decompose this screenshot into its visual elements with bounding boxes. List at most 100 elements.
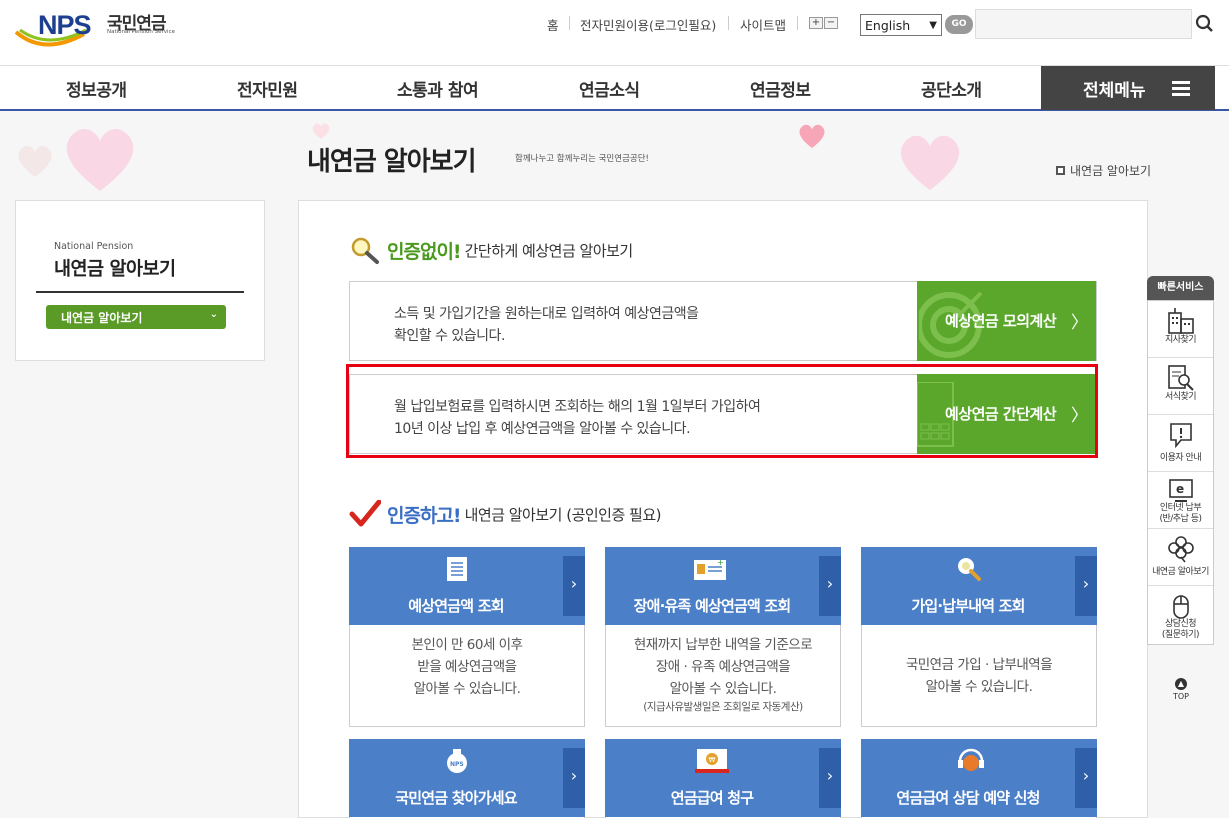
- card-title: 연금급여 청구: [670, 789, 754, 807]
- mock-calc-label: 예상연금 모의계산: [945, 312, 1057, 330]
- quick-item-branch-finder[interactable]: 지사찾기: [1148, 301, 1213, 358]
- chevron-right-icon: ›: [563, 556, 585, 616]
- heart-decoration-icon: [18, 145, 52, 177]
- svg-text:e: e: [1176, 482, 1184, 496]
- section-auth-title: 인증하고! 내연금 알아보기 (공인인증 필요): [349, 500, 662, 528]
- quick-item-label: 상담신청 (질문하기): [1161, 619, 1200, 640]
- section-auth-emphasis: 인증하고!: [387, 504, 462, 527]
- chevron-right-icon: ›: [1075, 556, 1097, 616]
- card-header: ₩ 연금급여 청구 ›: [605, 739, 841, 817]
- card-header: 예상연금액 조회 ›: [349, 547, 585, 625]
- breadcrumb-current[interactable]: 내연금 알아보기: [1070, 162, 1151, 179]
- card-title: 국민연금 찾아가세요: [395, 789, 517, 807]
- arrow-up-icon: ▲: [1175, 678, 1187, 690]
- quick-item-form-finder[interactable]: 서식찾기: [1148, 358, 1213, 415]
- e-monitor-icon: e: [1169, 479, 1193, 502]
- home-link[interactable]: 홈: [547, 15, 559, 33]
- divider: [36, 291, 244, 293]
- language-selected: English: [865, 17, 911, 33]
- search-icon[interactable]: [1194, 12, 1216, 36]
- quick-item-my-pension[interactable]: 내연금 알아보기: [1148, 529, 1213, 586]
- card-title: 장애·유족 예상연금액 조회: [633, 597, 792, 615]
- heart-decoration-icon: [900, 135, 960, 190]
- card-header: + 장애·유족 예상연금액 조회 ›: [605, 547, 841, 625]
- card-subscription-history[interactable]: 가입·납부내역 조회 › 국민연금 가입 · 납부내역을 알아볼 수 있습니다.: [861, 547, 1097, 727]
- zoom-out-button[interactable]: −: [824, 17, 838, 29]
- quick-item-label: 인터넷 납부 (반/추납 등): [1159, 503, 1202, 524]
- magnifier-icon: [351, 237, 379, 264]
- mock-calc-description: 소득 및 가입기간을 원하는대로 입력하여 예상연금액을 확인할 수 있습니다.: [394, 306, 699, 344]
- chevron-right-icon: ›: [819, 748, 841, 808]
- info-chat-icon: [1170, 423, 1192, 449]
- checkmark-icon: [349, 500, 381, 527]
- lnb-submenu-label: 내연금 알아보기: [61, 311, 143, 325]
- chevron-right-icon: ›: [819, 556, 841, 616]
- section-no-auth-emphasis: 인증없이!: [387, 240, 462, 263]
- card-title: 연금급여 상담 예약 신청: [896, 789, 1040, 807]
- heart-decoration-icon: [312, 123, 330, 139]
- headset-icon: [958, 748, 984, 771]
- card-expected-pension[interactable]: 예상연금액 조회 › 본인이 만 60세 이후 받을 예상연금액을 알아볼 수 …: [349, 547, 585, 727]
- quick-item-label: 지사찾기: [1164, 335, 1197, 345]
- chevron-right-icon: ›: [563, 748, 585, 808]
- quick-service-header: 빠른서비스: [1147, 276, 1214, 300]
- search-input[interactable]: [975, 9, 1192, 39]
- all-menu-label: 전체메뉴: [1083, 81, 1146, 101]
- highlight-box: [346, 364, 1098, 458]
- card-disability-survivor[interactable]: + 장애·유족 예상연금액 조회 › 현재까지 납부한 내역을 기준으로 장애 …: [605, 547, 841, 727]
- divider: [569, 16, 570, 30]
- card-description: 국민연금 가입 · 납부내역을 알아볼 수 있습니다.: [905, 657, 1053, 695]
- home-icon[interactable]: [1056, 166, 1065, 175]
- quick-item-label: 이용자 안내: [1159, 453, 1202, 463]
- divider: [797, 16, 798, 30]
- divider: [728, 16, 729, 30]
- lnb-submenu-select[interactable]: 내연금 알아보기 ⌄: [46, 305, 226, 329]
- card-note: (지급사유발생일은 조회일로 자동계산): [643, 701, 803, 713]
- quick-item-label: 서식찾기: [1164, 392, 1197, 402]
- card-description: 본인이 만 60세 이후 받을 예상연금액을 알아볼 수 있습니다.: [411, 637, 524, 697]
- clover-icon: [1168, 536, 1194, 563]
- card-title: 예상연금액 조회: [408, 597, 504, 615]
- card-description: 현재까지 납부한 내역을 기준으로 장애 · 유족 예상연금액을 알아볼 수 있…: [606, 634, 840, 714]
- chevron-down-icon: ⌄: [209, 309, 218, 320]
- quick-item-consult[interactable]: 상담신청 (질문하기): [1148, 586, 1213, 644]
- chevron-right-icon: 〉: [1071, 313, 1088, 333]
- card-title: 가입·납부내역 조회: [911, 597, 1025, 615]
- card-header: 연금급여 상담 예약 신청 ›: [861, 739, 1097, 817]
- gnb-item-e-civil[interactable]: 전자민원: [237, 76, 298, 101]
- card-find-pension[interactable]: NPS 국민연금 찾아가세요 ›: [349, 739, 585, 818]
- zoom-in-button[interactable]: +: [809, 17, 823, 29]
- card-header: NPS 국민연금 찾아가세요 ›: [349, 739, 585, 817]
- chevron-right-icon: ›: [1075, 748, 1097, 808]
- building-icon: [1168, 308, 1194, 334]
- page-title: 내연금 알아보기: [307, 147, 476, 177]
- card-benefit-claim[interactable]: ₩ 연금급여 청구 ›: [605, 739, 841, 818]
- logo-text: NPS: [38, 10, 92, 40]
- gnb-item-info-disclosure[interactable]: 정보공개: [66, 76, 127, 101]
- civil-service-link[interactable]: 전자민원이용(로그인필요): [580, 15, 716, 33]
- monitor-won-icon: ₩: [695, 749, 729, 773]
- gnb-item-pension-news[interactable]: 연금소식: [579, 76, 640, 101]
- breadcrumb: 내연금 알아보기: [1056, 162, 1151, 179]
- section-auth-text: 내연금 알아보기 (공인인증 필요): [464, 505, 662, 524]
- nps-logo[interactable]: NPS 국민연금 National Pension Service: [14, 8, 175, 50]
- card-header: 가입·납부내역 조회 ›: [861, 547, 1097, 625]
- quick-item-internet-payment[interactable]: e 인터넷 납부 (반/추납 등): [1148, 472, 1213, 529]
- card-consult-reservation[interactable]: 연금급여 상담 예약 신청 ›: [861, 739, 1097, 818]
- language-select[interactable]: English ▼: [860, 14, 942, 36]
- language-go-button[interactable]: GO: [945, 15, 973, 34]
- document-search-icon: [1168, 365, 1194, 391]
- gnb-item-about[interactable]: 공단소개: [921, 76, 982, 101]
- all-menu-button[interactable]: 전체메뉴: [1041, 66, 1215, 110]
- sitemap-link[interactable]: 사이트맵: [740, 15, 786, 33]
- quick-item-user-guide[interactable]: 이용자 안내: [1148, 415, 1213, 472]
- quick-item-label: 내연금 알아보기: [1152, 567, 1209, 577]
- mock-calc-row: 소득 및 가입기간을 원하는대로 입력하여 예상연금액을 확인할 수 있습니다.…: [349, 281, 1097, 361]
- page-subtitle: 함께나누고 함께누리는 국민연금공단!: [515, 154, 649, 164]
- svg-text:+: +: [717, 558, 724, 567]
- nps-pouch-icon: NPS: [447, 749, 467, 773]
- gnb-item-communication[interactable]: 소통과 참여: [397, 76, 479, 101]
- scroll-top-button[interactable]: ▲ TOP: [1167, 678, 1195, 701]
- gnb-item-pension-info[interactable]: 연금정보: [750, 76, 811, 101]
- mock-calc-button[interactable]: 예상연금 모의계산 〉: [917, 281, 1096, 361]
